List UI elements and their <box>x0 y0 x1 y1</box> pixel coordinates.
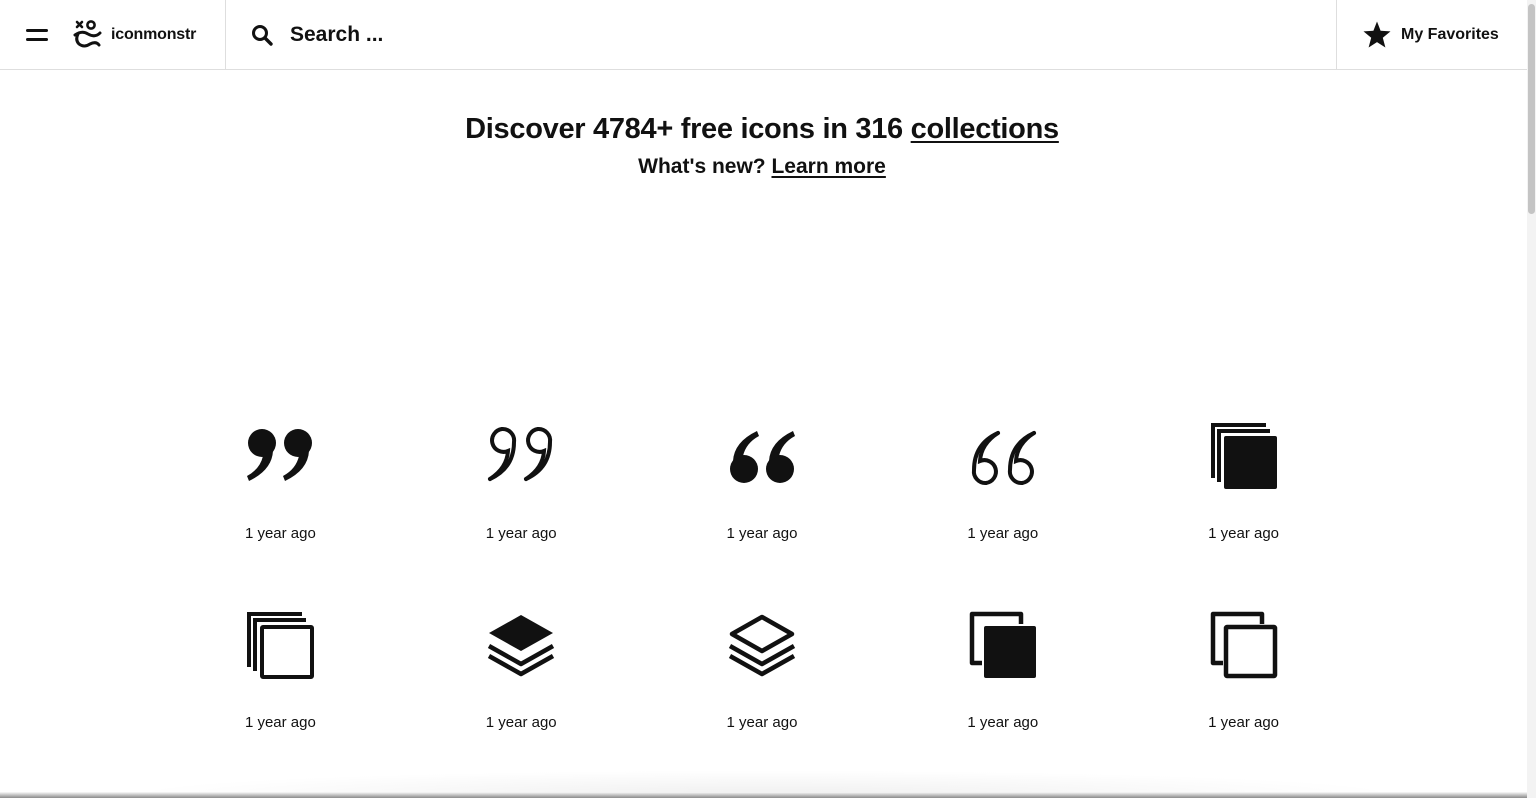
search-input[interactable] <box>290 22 890 47</box>
icon-card-time: 1 year ago <box>967 714 1039 731</box>
brand-name: iconmonstr <box>111 25 197 43</box>
icon-card-time: 1 year ago <box>244 525 316 542</box>
brand-area: iconmonstr <box>0 0 226 69</box>
icon-grid: 1 year ago 1 year ago 1 year ago 1 year … <box>160 415 1364 744</box>
icon-card[interactable]: 1 year ago <box>642 415 883 555</box>
icon-card[interactable]: 1 year ago <box>401 415 642 555</box>
icon-card-time: 1 year ago <box>485 525 557 542</box>
hero-subtitle: What's new? Learn more <box>0 152 1524 182</box>
copy-outline-icon <box>1210 611 1277 679</box>
icon-card[interactable]: 1 year ago <box>1123 604 1364 744</box>
page-scrollbar[interactable] <box>1527 0 1536 798</box>
icon-card-time: 1 year ago <box>967 525 1039 542</box>
icon-card-time: 1 year ago <box>244 714 316 731</box>
search-icon[interactable] <box>250 23 274 47</box>
bottom-edge <box>0 792 1527 798</box>
icon-card[interactable]: 1 year ago <box>1123 415 1364 555</box>
icon-card-time: 1 year ago <box>1208 525 1280 542</box>
hero: Discover 4784+ free icons in 316 collect… <box>0 110 1524 182</box>
my-favorites-label: My Favorites <box>1401 25 1499 43</box>
copy-filled-icon <box>969 611 1036 678</box>
learn-more-link[interactable]: Learn more <box>771 155 885 178</box>
layers-filled-icon <box>488 615 555 677</box>
logo-link[interactable]: iconmonstr <box>72 19 197 50</box>
my-favorites-button[interactable]: My Favorites <box>1336 0 1527 69</box>
quote-right-filled-icon <box>247 429 313 481</box>
hero-title: Discover 4784+ free icons in 316 collect… <box>0 110 1524 148</box>
quote-right-outline-icon <box>488 427 553 481</box>
icon-card[interactable]: 1 year ago <box>160 604 401 744</box>
icon-card[interactable]: 1 year ago <box>882 415 1123 555</box>
quote-left-filled-icon <box>729 431 795 483</box>
icon-card-time: 1 year ago <box>485 714 557 731</box>
quote-left-outline-icon <box>971 431 1036 485</box>
search-area <box>226 0 1336 69</box>
stacked-squares-filled-icon <box>1210 423 1277 489</box>
icon-card[interactable]: 1 year ago <box>882 604 1123 744</box>
collections-link[interactable]: collections <box>911 113 1059 145</box>
bottom-panel-shadow <box>120 770 1410 794</box>
icon-card-time: 1 year ago <box>726 714 798 731</box>
layers-outline-icon <box>728 614 796 677</box>
top-bar: iconmonstr My Favorites <box>0 0 1527 70</box>
icon-card[interactable]: 1 year ago <box>160 415 401 555</box>
menu-button[interactable] <box>26 25 50 45</box>
menu-line-bottom <box>26 37 48 41</box>
icon-card-time: 1 year ago <box>1208 714 1280 731</box>
menu-line-top <box>26 28 48 32</box>
star-icon <box>1363 21 1391 47</box>
icon-card-time: 1 year ago <box>726 525 798 542</box>
icon-card[interactable]: 1 year ago <box>642 604 883 744</box>
page-scrollbar-thumb[interactable] <box>1528 4 1535 214</box>
stacked-squares-outline-icon <box>247 612 315 679</box>
iconmonstr-logo-icon <box>73 19 102 47</box>
hero-subtitle-text: What's new? <box>638 155 772 178</box>
icon-card[interactable]: 1 year ago <box>401 604 642 744</box>
hero-title-text: Discover 4784+ free icons in 316 <box>465 113 911 145</box>
